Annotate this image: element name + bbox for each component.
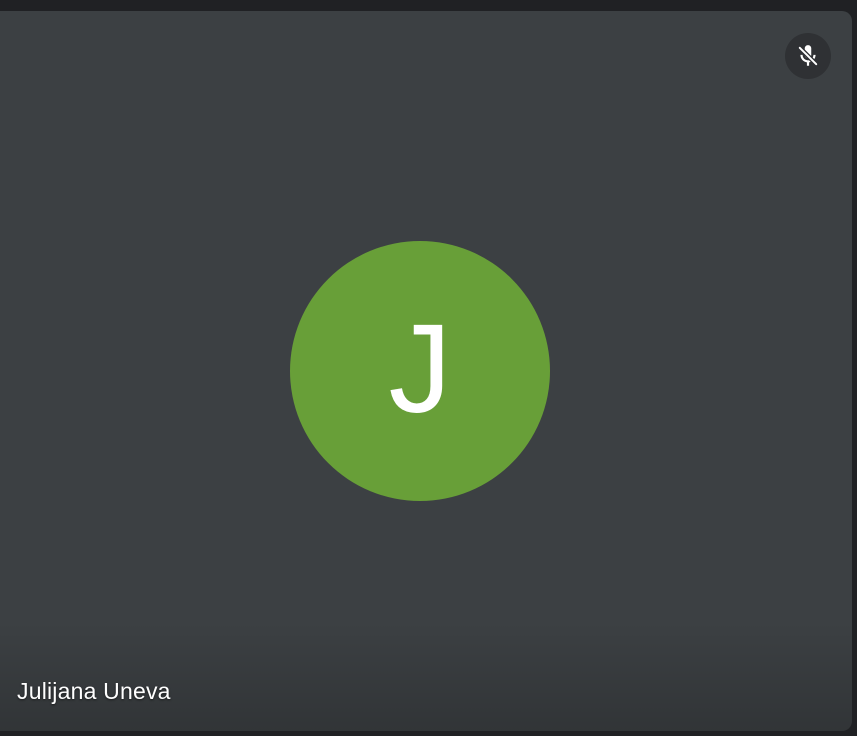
participant-name: Julijana Uneva	[17, 678, 171, 704]
participant-tile[interactable]: J Julijana Uneva	[0, 11, 852, 731]
mute-indicator[interactable]	[785, 33, 831, 79]
meeting-stage: J Julijana Uneva	[0, 0, 857, 736]
participant-avatar: J	[290, 241, 550, 501]
avatar-initial: J	[388, 298, 452, 439]
mic-off-icon	[795, 43, 821, 69]
tile-bottom-shade	[0, 621, 852, 731]
